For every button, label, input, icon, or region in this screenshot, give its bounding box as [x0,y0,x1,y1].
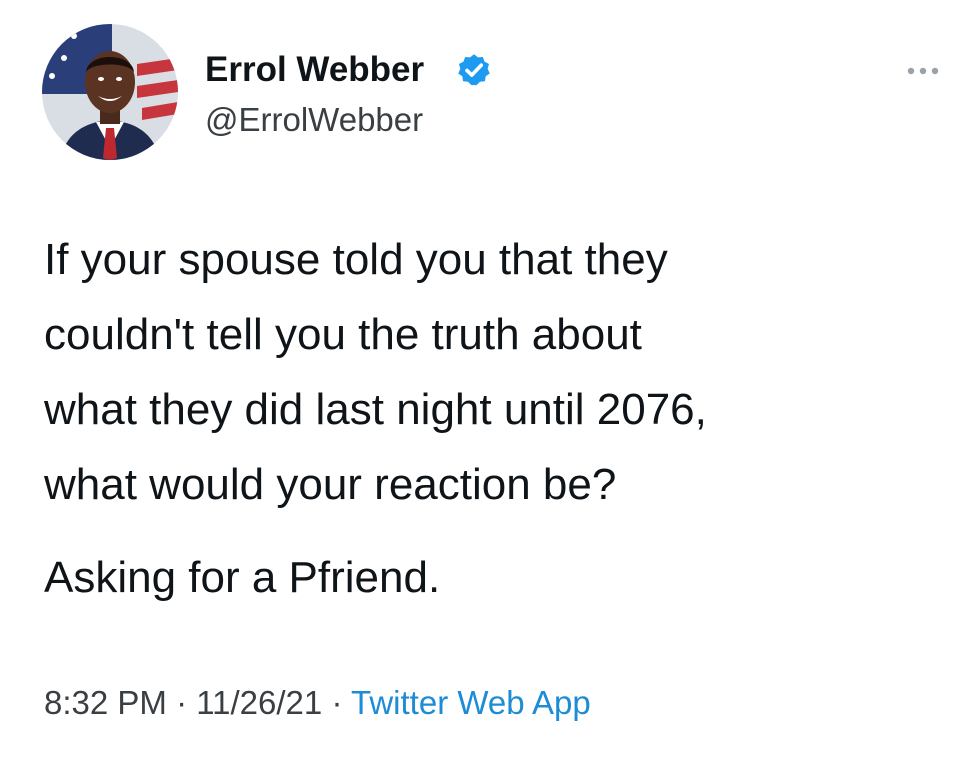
tweet-time[interactable]: 8:32 PM [44,684,167,721]
avatar-image [42,24,178,160]
tweet-source-link[interactable]: Twitter Web App [351,684,591,721]
avatar[interactable] [42,24,178,160]
tweet-date[interactable]: 11/26/21 [196,684,322,721]
verified-badge-icon [458,54,490,86]
more-options-icon[interactable] [903,61,943,81]
tweet-card: Errol Webber @ErrolWebber If your spouse… [0,0,960,767]
tweet-text-line: If your spouse told you that they [44,235,668,284]
tweet-meta: 8:32 PM · 11/26/21 · Twitter Web App [44,682,591,724]
tweet-text-line: what would your reaction be? [44,460,617,509]
tweet-text-line: what they did last night until 2076, [44,385,707,434]
meta-separator: · [331,684,343,721]
tweet-text: If your spouse told you that they couldn… [44,222,924,602]
user-handle[interactable]: @ErrolWebber [205,100,423,140]
display-name[interactable]: Errol Webber [205,50,424,90]
meta-separator: · [176,684,188,721]
tweet-text-line: couldn't tell you the truth about [44,310,642,359]
tweet-closing-line: Asking for a Pfriend. [44,553,441,602]
